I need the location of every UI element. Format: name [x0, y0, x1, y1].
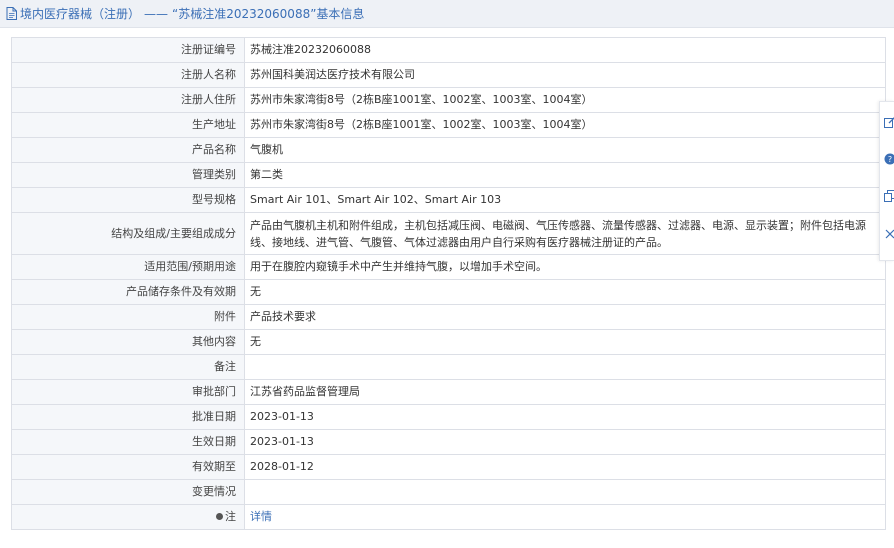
field-label: 结构及组成/主要组成成分	[11, 212, 245, 255]
field-label: 注册人名称	[11, 62, 245, 88]
note-label-cell: 注	[11, 504, 245, 530]
field-value: 苏州国科美润达医疗技术有限公司	[244, 62, 886, 88]
page-title: “苏械注准20232060088”基本信息	[172, 7, 365, 21]
table-row: 生产地址 苏州市朱家湾街8号（2栋B座1001室、1002室、1003室、100…	[11, 112, 886, 138]
edit-icon[interactable]	[884, 116, 894, 128]
table-row: 有效期至 2028-01-12	[11, 454, 886, 480]
svg-text:?: ?	[888, 155, 892, 164]
table-row: 产品储存条件及有效期 无	[11, 279, 886, 305]
field-label: 审批部门	[11, 379, 245, 405]
field-value: 产品由气腹机主机和附件组成，主机包括减压阀、电磁阀、气压传感器、流量传感器、过滤…	[244, 212, 886, 255]
close-icon[interactable]	[884, 228, 894, 240]
field-label: 注册证编号	[11, 37, 245, 63]
field-value: 气腹机	[244, 137, 886, 163]
field-value: 产品技术要求	[244, 304, 886, 330]
field-value	[244, 479, 886, 505]
breadcrumb[interactable]: 境内医疗器械（注册）	[20, 5, 140, 22]
field-label: 产品名称	[11, 137, 245, 163]
field-label: 注册人住所	[11, 87, 245, 113]
field-label: 适用范围/预期用途	[11, 254, 245, 280]
field-value: 无	[244, 329, 886, 355]
field-value: 苏州市朱家湾街8号（2栋B座1001室、1002室、1003室、1004室）	[244, 87, 886, 113]
table-row: 注 详情	[11, 504, 886, 530]
field-value: 2023-01-13	[244, 404, 886, 430]
table-row: 生效日期 2023-01-13	[11, 429, 886, 455]
table-row: 审批部门 江苏省药品监督管理局	[11, 379, 886, 405]
table-row: 型号规格 Smart Air 101、Smart Air 102、Smart A…	[11, 187, 886, 213]
table-row: 注册人名称 苏州国科美润达医疗技术有限公司	[11, 62, 886, 88]
breadcrumb-separator: ——	[144, 6, 169, 21]
table-row: 结构及组成/主要组成成分 产品由气腹机主机和附件组成，主机包括减压阀、电磁阀、气…	[11, 212, 886, 255]
side-toolbar: ?	[879, 101, 894, 261]
details-link[interactable]: 详情	[250, 510, 272, 523]
field-value: 苏械注准20232060088	[244, 37, 886, 63]
field-label: 变更情况	[11, 479, 245, 505]
field-value: 2023-01-13	[244, 429, 886, 455]
copy-icon[interactable]	[884, 190, 894, 202]
table-row: 注册人住所 苏州市朱家湾街8号（2栋B座1001室、1002室、1003室、10…	[11, 87, 886, 113]
table-row: 批准日期 2023-01-13	[11, 404, 886, 430]
document-icon	[6, 7, 17, 20]
field-label: 注	[225, 510, 236, 523]
field-label: 批准日期	[11, 404, 245, 430]
field-value	[244, 354, 886, 380]
field-value: 无	[244, 279, 886, 305]
registration-info-table: 注册证编号 苏械注准20232060088 注册人名称 苏州国科美润达医疗技术有…	[11, 37, 886, 530]
field-value: 苏州市朱家湾街8号（2栋B座1001室、1002室、1003室、1004室）	[244, 112, 886, 138]
field-value: 用于在腹腔内窥镜手术中产生并维持气腹，以增加手术空间。	[244, 254, 886, 280]
table-row: 产品名称 气腹机	[11, 137, 886, 163]
field-label: 生产地址	[11, 112, 245, 138]
field-label: 其他内容	[11, 329, 245, 355]
help-icon[interactable]: ?	[884, 153, 894, 165]
field-label: 附件	[11, 304, 245, 330]
pin-icon	[216, 512, 223, 520]
field-label: 生效日期	[11, 429, 245, 455]
field-label: 有效期至	[11, 454, 245, 480]
table-row: 其他内容 无	[11, 329, 886, 355]
field-value: 江苏省药品监督管理局	[244, 379, 886, 405]
table-row: 管理类别 第二类	[11, 162, 886, 188]
table-row: 变更情况	[11, 479, 886, 505]
field-value: Smart Air 101、Smart Air 102、Smart Air 10…	[244, 187, 886, 213]
page-header: 境内医疗器械（注册） —— “苏械注准20232060088”基本信息	[0, 0, 894, 28]
table-row: 备注	[11, 354, 886, 380]
table-row: 适用范围/预期用途 用于在腹腔内窥镜手术中产生并维持气腹，以增加手术空间。	[11, 254, 886, 280]
table-row: 注册证编号 苏械注准20232060088	[11, 37, 886, 63]
field-label: 产品储存条件及有效期	[11, 279, 245, 305]
field-value: 第二类	[244, 162, 886, 188]
field-value: 2028-01-12	[244, 454, 886, 480]
field-label: 备注	[11, 354, 245, 380]
table-row: 附件 产品技术要求	[11, 304, 886, 330]
field-value: 详情	[244, 504, 886, 530]
field-label: 管理类别	[11, 162, 245, 188]
field-label: 型号规格	[11, 187, 245, 213]
